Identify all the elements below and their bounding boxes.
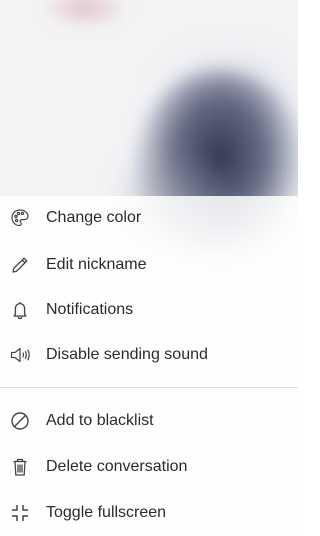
menu-divider (0, 387, 298, 388)
menu-item-label: Delete conversation (46, 458, 188, 475)
context-menu: Change color Edit nickname Notifications (0, 196, 298, 536)
menu-item-edit-nickname[interactable]: Edit nickname (0, 243, 298, 287)
menu-item-label: Disable sending sound (46, 346, 208, 363)
menu-item-delete-conversation[interactable]: Delete conversation (0, 445, 298, 489)
menu-item-label: Notifications (46, 301, 134, 318)
menu-item-notifications[interactable]: Notifications (0, 288, 298, 332)
menu-item-disable-sending-sound[interactable]: Disable sending sound (0, 333, 298, 377)
menu-item-add-to-blacklist[interactable]: Add to blacklist (0, 399, 298, 443)
palette-icon (9, 207, 31, 229)
block-icon (9, 410, 31, 432)
speaker-icon (9, 344, 31, 366)
menu-item-change-color[interactable]: Change color (0, 196, 298, 240)
menu-item-label: Change color (46, 209, 142, 226)
menu-item-label: Add to blacklist (46, 412, 154, 429)
trash-icon (9, 456, 31, 478)
menu-item-label: Edit nickname (46, 256, 147, 273)
bell-icon (9, 299, 31, 321)
menu-item-label: Toggle fullscreen (46, 504, 167, 521)
pencil-icon (9, 254, 31, 276)
background-blur-pink (40, 0, 130, 28)
menu-item-toggle-fullscreen[interactable]: Toggle fullscreen (0, 491, 298, 535)
exit-fullscreen-icon (9, 502, 31, 524)
